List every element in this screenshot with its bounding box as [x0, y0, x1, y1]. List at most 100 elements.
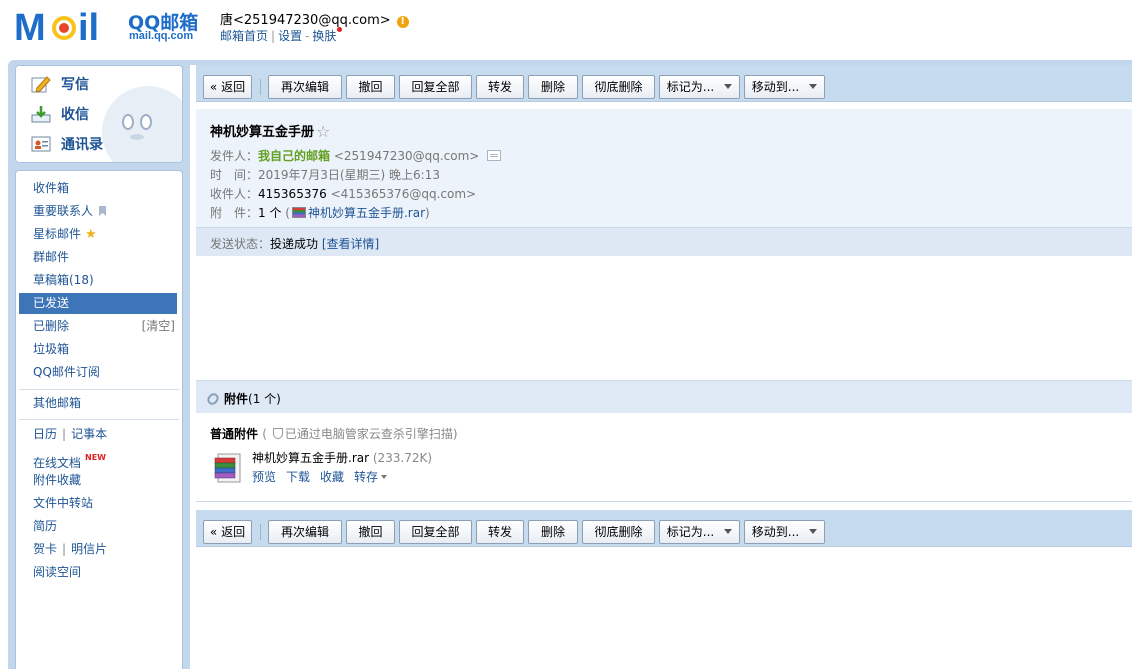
status-value: 投递成功: [270, 237, 319, 251]
write-mail-button[interactable]: 写信: [31, 73, 89, 95]
contacts-button[interactable]: 通讯录: [31, 133, 103, 155]
change-skin-link[interactable]: 换肤: [312, 29, 336, 43]
separator: |: [62, 542, 67, 556]
sender-address: <251947230@qq.com>: [333, 149, 480, 163]
star-icon: ★: [85, 227, 97, 242]
delete-permanently-button[interactable]: 彻底删除: [582, 75, 655, 99]
contacts-label: 通讯录: [61, 137, 103, 153]
paperclip-icon: [205, 391, 221, 407]
user-name: 唐<251947230@qq.com>: [220, 13, 391, 28]
paren-close: ): [425, 206, 430, 220]
mailbox-home-link[interactable]: 邮箱首页: [220, 29, 268, 43]
notes-link[interactable]: 记事本: [71, 427, 107, 441]
sender-label: 发件人：: [210, 149, 259, 163]
sidebar-item-online-docs[interactable]: 在线文档 NEW: [16, 447, 182, 470]
sidebar-item-other-mailboxes[interactable]: 其他邮箱: [16, 393, 182, 414]
mail-subject: 神机妙算五金手册 ☆: [210, 121, 330, 141]
svg-text:il: il: [78, 7, 99, 46]
attachment-file-link[interactable]: 神机妙算五金手册.rar: [308, 206, 425, 220]
sidebar-item-file-transfer[interactable]: 文件中转站: [16, 493, 182, 514]
reedit-button[interactable]: 再次编辑: [268, 75, 342, 99]
forward-button[interactable]: 转发: [476, 520, 524, 544]
warning-icon[interactable]: !: [396, 16, 409, 28]
sidebar-item-label: 群邮件: [33, 250, 70, 264]
reedit-button[interactable]: 再次编辑: [268, 520, 342, 544]
sidebar-item-sent[interactable]: 已发送: [19, 293, 177, 314]
postcard-link[interactable]: 明信片: [71, 542, 107, 556]
penguin-decoration-icon: [102, 86, 182, 162]
settings-link[interactable]: 设置: [278, 29, 302, 43]
qq-mail-logo[interactable]: M il: [14, 6, 126, 46]
status-label: 发送状态：: [210, 237, 271, 251]
star-outline-icon[interactable]: ☆: [316, 122, 330, 141]
move-to-dropdown[interactable]: 移动到...: [744, 520, 825, 544]
save-to-dropdown[interactable]: 转存: [354, 470, 388, 484]
reply-all-button[interactable]: 回复全部: [399, 75, 472, 99]
back-button[interactable]: « 返回: [203, 520, 252, 544]
sidebar-item-attachment-favorites[interactable]: 附件收藏: [16, 470, 182, 491]
receive-mail-label: 收信: [61, 107, 89, 123]
download-link[interactable]: 下载: [286, 470, 310, 484]
folder-sidebar: 收件箱 重要联系人 星标邮件 ★ 群邮件 草稿箱(18) 已发送 已删除 [清空] …: [15, 170, 183, 669]
chevron-down-icon: [809, 529, 818, 534]
recall-button[interactable]: 撤回: [346, 75, 395, 99]
send-status-bar: 发送状态：投递成功 [查看详情]: [196, 227, 1132, 256]
sidebar-item-reading-space[interactable]: 阅读空间: [16, 562, 182, 583]
sidebar-item-label: 已删除: [33, 319, 70, 333]
mail-header: 神机妙算五金手册 ☆ 发件人：我自己的邮箱 <251947230@qq.com> …: [196, 109, 1132, 256]
move-to-dropdown[interactable]: 移动到...: [744, 75, 825, 99]
sidebar-item-drafts[interactable]: 草稿箱(18): [16, 270, 182, 291]
time-label: 时 间：: [210, 168, 259, 182]
penguin-eye-icon: [122, 114, 134, 130]
sidebar-item-spam[interactable]: 垃圾箱: [16, 339, 182, 360]
sidebar-item-resume[interactable]: 简历: [16, 516, 182, 537]
preview-link[interactable]: 预览: [252, 470, 276, 484]
send-status: 发送状态：投递成功 [查看详情]: [210, 235, 379, 252]
empty-trash-link[interactable]: [清空]: [142, 316, 175, 337]
sender-name[interactable]: 我自己的邮箱: [258, 149, 330, 163]
mark-as-dropdown[interactable]: 标记为...: [659, 520, 740, 544]
attachment-file: 神机妙算五金手册.rar (233.72K): [252, 449, 432, 466]
attachment-kind-label: 普通附件: [210, 427, 259, 441]
sidebar-item-subscribe[interactable]: QQ邮件订阅: [16, 362, 182, 383]
time-row: 时 间：2019年7月3日(星期三) 晚上6:13: [210, 166, 440, 183]
attachment-title-count: (1 个): [248, 392, 281, 406]
sidebar-item-deleted[interactable]: 已删除 [清空]: [16, 316, 182, 337]
favorite-link[interactable]: 收藏: [320, 470, 344, 484]
view-details-link[interactable]: [查看详情]: [322, 237, 379, 251]
sidebar-item-inbox[interactable]: 收件箱: [16, 178, 182, 199]
quick-actions-panel: 写信 收信 通讯录: [15, 65, 183, 163]
sidebar-item-starred[interactable]: 星标邮件 ★: [16, 224, 182, 245]
sidebar-item-label: 附件收藏: [33, 473, 82, 487]
recipient-row: 收件人：415365376 <415365376@qq.com>: [210, 185, 476, 202]
sidebar-item-label: 其他邮箱: [33, 396, 82, 410]
recall-button[interactable]: 撤回: [346, 520, 395, 544]
delete-button[interactable]: 删除: [528, 520, 578, 544]
sidebar-item-vip[interactable]: 重要联系人: [16, 201, 182, 222]
rar-file-icon: [291, 207, 306, 218]
separator: -: [305, 29, 310, 43]
chevron-down-icon: [809, 84, 818, 89]
time-value: 2019年7月3日(星期三) 晚上6:13: [258, 168, 440, 182]
sidebar-item-group[interactable]: 群邮件: [16, 247, 182, 268]
contact-card-icon[interactable]: [487, 150, 502, 161]
mark-as-dropdown[interactable]: 标记为...: [659, 75, 740, 99]
greeting-card-link[interactable]: 贺卡: [33, 542, 57, 556]
calendar-link[interactable]: 日历: [33, 427, 57, 441]
paren-open: (: [285, 206, 290, 220]
attachment-actions: 预览 下载 收藏 转存: [252, 468, 397, 485]
attachment-file-name[interactable]: 神机妙算五金手册.rar: [252, 451, 369, 465]
forward-button[interactable]: 转发: [476, 75, 524, 99]
delete-button[interactable]: 删除: [528, 75, 578, 99]
receive-mail-button[interactable]: 收信: [31, 103, 89, 125]
attachment-count: 1 个: [258, 206, 282, 220]
mark-as-label: 标记为...: [666, 525, 715, 539]
sidebar-item-calendar-notes: 日历 | 记事本: [16, 424, 182, 445]
recipient-name[interactable]: 415365376: [258, 187, 327, 201]
sidebar-item-label: 简历: [33, 519, 58, 533]
sidebar-item-label: 在线文档: [33, 456, 82, 470]
reply-all-button[interactable]: 回复全部: [399, 520, 472, 544]
contact-card-icon: [31, 136, 51, 152]
back-button[interactable]: « 返回: [203, 75, 252, 99]
delete-permanently-button[interactable]: 彻底删除: [582, 520, 655, 544]
